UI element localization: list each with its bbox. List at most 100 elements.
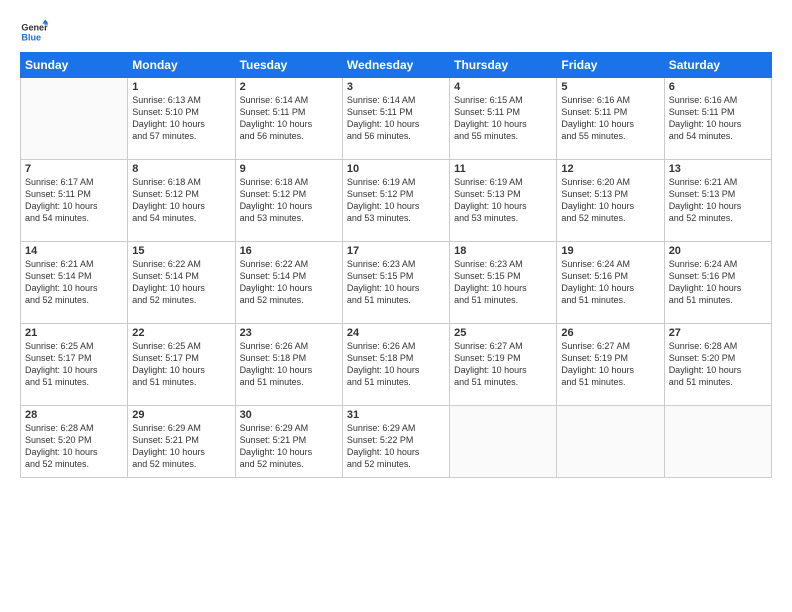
day-number: 20 bbox=[669, 245, 767, 257]
cell-info: Sunrise: 6:21 AMSunset: 5:13 PMDaylight:… bbox=[669, 176, 767, 225]
calendar-cell: 16Sunrise: 6:22 AMSunset: 5:14 PMDayligh… bbox=[235, 242, 342, 324]
cell-info: Sunrise: 6:27 AMSunset: 5:19 PMDaylight:… bbox=[454, 340, 552, 389]
day-number: 21 bbox=[25, 327, 123, 339]
svg-text:Blue: Blue bbox=[21, 32, 41, 42]
day-number: 27 bbox=[669, 327, 767, 339]
day-number: 6 bbox=[669, 81, 767, 93]
cell-info: Sunrise: 6:26 AMSunset: 5:18 PMDaylight:… bbox=[240, 340, 338, 389]
cell-info: Sunrise: 6:14 AMSunset: 5:11 PMDaylight:… bbox=[240, 94, 338, 143]
calendar-cell: 24Sunrise: 6:26 AMSunset: 5:18 PMDayligh… bbox=[342, 324, 449, 406]
calendar-cell: 10Sunrise: 6:19 AMSunset: 5:12 PMDayligh… bbox=[342, 160, 449, 242]
weekday-header-saturday: Saturday bbox=[664, 53, 771, 78]
cell-info: Sunrise: 6:22 AMSunset: 5:14 PMDaylight:… bbox=[240, 258, 338, 307]
day-number: 16 bbox=[240, 245, 338, 257]
cell-info: Sunrise: 6:18 AMSunset: 5:12 PMDaylight:… bbox=[240, 176, 338, 225]
weekday-header-thursday: Thursday bbox=[450, 53, 557, 78]
cell-info: Sunrise: 6:19 AMSunset: 5:13 PMDaylight:… bbox=[454, 176, 552, 225]
calendar-cell: 28Sunrise: 6:28 AMSunset: 5:20 PMDayligh… bbox=[21, 406, 128, 478]
cell-info: Sunrise: 6:23 AMSunset: 5:15 PMDaylight:… bbox=[347, 258, 445, 307]
cell-info: Sunrise: 6:29 AMSunset: 5:21 PMDaylight:… bbox=[240, 422, 338, 471]
calendar-cell: 21Sunrise: 6:25 AMSunset: 5:17 PMDayligh… bbox=[21, 324, 128, 406]
header: General Blue bbox=[20, 18, 772, 46]
calendar-cell: 5Sunrise: 6:16 AMSunset: 5:11 PMDaylight… bbox=[557, 78, 664, 160]
day-number: 7 bbox=[25, 163, 123, 175]
cell-info: Sunrise: 6:29 AMSunset: 5:22 PMDaylight:… bbox=[347, 422, 445, 471]
day-number: 24 bbox=[347, 327, 445, 339]
calendar-cell: 23Sunrise: 6:26 AMSunset: 5:18 PMDayligh… bbox=[235, 324, 342, 406]
cell-info: Sunrise: 6:25 AMSunset: 5:17 PMDaylight:… bbox=[25, 340, 123, 389]
calendar-cell: 18Sunrise: 6:23 AMSunset: 5:15 PMDayligh… bbox=[450, 242, 557, 324]
week-row-1: 1Sunrise: 6:13 AMSunset: 5:10 PMDaylight… bbox=[21, 78, 772, 160]
weekday-header-sunday: Sunday bbox=[21, 53, 128, 78]
calendar-cell: 22Sunrise: 6:25 AMSunset: 5:17 PMDayligh… bbox=[128, 324, 235, 406]
week-row-4: 21Sunrise: 6:25 AMSunset: 5:17 PMDayligh… bbox=[21, 324, 772, 406]
day-number: 19 bbox=[561, 245, 659, 257]
day-number: 5 bbox=[561, 81, 659, 93]
calendar-cell: 25Sunrise: 6:27 AMSunset: 5:19 PMDayligh… bbox=[450, 324, 557, 406]
page: General Blue SundayMondayTuesdayWednesda… bbox=[0, 0, 792, 612]
cell-info: Sunrise: 6:17 AMSunset: 5:11 PMDaylight:… bbox=[25, 176, 123, 225]
day-number: 12 bbox=[561, 163, 659, 175]
cell-info: Sunrise: 6:24 AMSunset: 5:16 PMDaylight:… bbox=[561, 258, 659, 307]
calendar-cell: 11Sunrise: 6:19 AMSunset: 5:13 PMDayligh… bbox=[450, 160, 557, 242]
cell-info: Sunrise: 6:26 AMSunset: 5:18 PMDaylight:… bbox=[347, 340, 445, 389]
day-number: 11 bbox=[454, 163, 552, 175]
day-number: 1 bbox=[132, 81, 230, 93]
cell-info: Sunrise: 6:21 AMSunset: 5:14 PMDaylight:… bbox=[25, 258, 123, 307]
calendar-cell bbox=[557, 406, 664, 478]
calendar-cell: 30Sunrise: 6:29 AMSunset: 5:21 PMDayligh… bbox=[235, 406, 342, 478]
calendar-cell: 17Sunrise: 6:23 AMSunset: 5:15 PMDayligh… bbox=[342, 242, 449, 324]
day-number: 28 bbox=[25, 409, 123, 421]
calendar-cell bbox=[450, 406, 557, 478]
calendar-cell: 15Sunrise: 6:22 AMSunset: 5:14 PMDayligh… bbox=[128, 242, 235, 324]
weekday-row: SundayMondayTuesdayWednesdayThursdayFrid… bbox=[21, 53, 772, 78]
cell-info: Sunrise: 6:22 AMSunset: 5:14 PMDaylight:… bbox=[132, 258, 230, 307]
calendar-cell: 19Sunrise: 6:24 AMSunset: 5:16 PMDayligh… bbox=[557, 242, 664, 324]
day-number: 10 bbox=[347, 163, 445, 175]
cell-info: Sunrise: 6:24 AMSunset: 5:16 PMDaylight:… bbox=[669, 258, 767, 307]
calendar-body: 1Sunrise: 6:13 AMSunset: 5:10 PMDaylight… bbox=[21, 78, 772, 478]
week-row-3: 14Sunrise: 6:21 AMSunset: 5:14 PMDayligh… bbox=[21, 242, 772, 324]
calendar-cell: 8Sunrise: 6:18 AMSunset: 5:12 PMDaylight… bbox=[128, 160, 235, 242]
cell-info: Sunrise: 6:28 AMSunset: 5:20 PMDaylight:… bbox=[25, 422, 123, 471]
calendar-cell: 6Sunrise: 6:16 AMSunset: 5:11 PMDaylight… bbox=[664, 78, 771, 160]
cell-info: Sunrise: 6:23 AMSunset: 5:15 PMDaylight:… bbox=[454, 258, 552, 307]
cell-info: Sunrise: 6:29 AMSunset: 5:21 PMDaylight:… bbox=[132, 422, 230, 471]
day-number: 2 bbox=[240, 81, 338, 93]
weekday-header-wednesday: Wednesday bbox=[342, 53, 449, 78]
cell-info: Sunrise: 6:18 AMSunset: 5:12 PMDaylight:… bbox=[132, 176, 230, 225]
svg-text:General: General bbox=[21, 23, 48, 33]
calendar-cell: 29Sunrise: 6:29 AMSunset: 5:21 PMDayligh… bbox=[128, 406, 235, 478]
day-number: 8 bbox=[132, 163, 230, 175]
day-number: 31 bbox=[347, 409, 445, 421]
calendar-cell bbox=[664, 406, 771, 478]
cell-info: Sunrise: 6:25 AMSunset: 5:17 PMDaylight:… bbox=[132, 340, 230, 389]
calendar-cell: 2Sunrise: 6:14 AMSunset: 5:11 PMDaylight… bbox=[235, 78, 342, 160]
cell-info: Sunrise: 6:19 AMSunset: 5:12 PMDaylight:… bbox=[347, 176, 445, 225]
calendar-cell: 7Sunrise: 6:17 AMSunset: 5:11 PMDaylight… bbox=[21, 160, 128, 242]
day-number: 13 bbox=[669, 163, 767, 175]
cell-info: Sunrise: 6:27 AMSunset: 5:19 PMDaylight:… bbox=[561, 340, 659, 389]
weekday-header-tuesday: Tuesday bbox=[235, 53, 342, 78]
day-number: 4 bbox=[454, 81, 552, 93]
calendar-cell bbox=[21, 78, 128, 160]
weekday-header-monday: Monday bbox=[128, 53, 235, 78]
cell-info: Sunrise: 6:13 AMSunset: 5:10 PMDaylight:… bbox=[132, 94, 230, 143]
cell-info: Sunrise: 6:14 AMSunset: 5:11 PMDaylight:… bbox=[347, 94, 445, 143]
week-row-2: 7Sunrise: 6:17 AMSunset: 5:11 PMDaylight… bbox=[21, 160, 772, 242]
calendar-cell: 26Sunrise: 6:27 AMSunset: 5:19 PMDayligh… bbox=[557, 324, 664, 406]
calendar-cell: 4Sunrise: 6:15 AMSunset: 5:11 PMDaylight… bbox=[450, 78, 557, 160]
day-number: 30 bbox=[240, 409, 338, 421]
calendar-table: SundayMondayTuesdayWednesdayThursdayFrid… bbox=[20, 52, 772, 478]
calendar-cell: 31Sunrise: 6:29 AMSunset: 5:22 PMDayligh… bbox=[342, 406, 449, 478]
calendar-cell: 12Sunrise: 6:20 AMSunset: 5:13 PMDayligh… bbox=[557, 160, 664, 242]
calendar-header: SundayMondayTuesdayWednesdayThursdayFrid… bbox=[21, 53, 772, 78]
cell-info: Sunrise: 6:15 AMSunset: 5:11 PMDaylight:… bbox=[454, 94, 552, 143]
day-number: 26 bbox=[561, 327, 659, 339]
logo: General Blue bbox=[20, 18, 48, 46]
day-number: 3 bbox=[347, 81, 445, 93]
calendar-cell: 13Sunrise: 6:21 AMSunset: 5:13 PMDayligh… bbox=[664, 160, 771, 242]
day-number: 23 bbox=[240, 327, 338, 339]
day-number: 29 bbox=[132, 409, 230, 421]
day-number: 18 bbox=[454, 245, 552, 257]
